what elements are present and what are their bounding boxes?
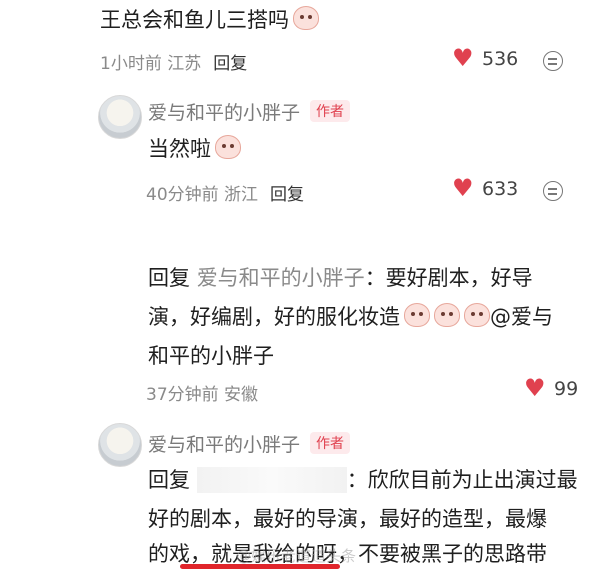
- reply-text-line: 好的剧本，最好的导演，最好的造型，最爆: [148, 503, 547, 535]
- emoji-icon: [215, 135, 241, 159]
- reply-text-content: 演，好编剧，好的服化妆造: [148, 305, 400, 329]
- reply-time-location: 40分钟前 浙江: [146, 185, 259, 205]
- reply-prefix: 回复: [148, 266, 190, 290]
- heart-icon: ♥: [452, 44, 474, 72]
- emoji-icon: [404, 303, 430, 327]
- author-badge: 作者: [310, 100, 351, 122]
- emoji-icon: [293, 6, 319, 30]
- like-button[interactable]: ♥ 99: [524, 374, 579, 402]
- reply-text-line: 演，好编剧，好的服化妆造 @爱与: [148, 301, 553, 333]
- comment-text: 王总会和鱼儿三搭吗: [100, 4, 319, 36]
- like-count: 633: [482, 178, 519, 200]
- reply-text-line: 和平的小胖子: [148, 340, 274, 372]
- heart-icon: ♥: [524, 374, 546, 402]
- reply-meta: 40分钟前 浙江 回复: [146, 180, 304, 205]
- avatar[interactable]: [98, 423, 142, 467]
- reply-button[interactable]: 回复: [270, 185, 304, 205]
- more-button[interactable]: [543, 181, 563, 205]
- reply-text-line: 回复 爱与和平的小胖子：要好剧本，好导: [148, 262, 533, 294]
- reply-author[interactable]: 爱与和平的小胖子 作者: [148, 98, 351, 125]
- reply-button[interactable]: 回复: [213, 54, 247, 74]
- more-options-icon: [543, 51, 563, 71]
- comment-meta: 1小时前 江苏 回复: [100, 49, 247, 74]
- like-button[interactable]: ♥ 536: [452, 44, 519, 72]
- author-badge: 作者: [310, 432, 351, 454]
- like-count: 536: [482, 48, 519, 70]
- reply-text-content: ：要好剧本，好导: [364, 266, 533, 290]
- comment-time-location: 1小时前 江苏: [100, 54, 202, 74]
- more-button[interactable]: [543, 51, 563, 75]
- like-button[interactable]: ♥ 633: [452, 174, 519, 202]
- mention-link[interactable]: @爱与: [490, 305, 553, 329]
- reply-text-content: ：欣欣目前为止出演过最: [346, 468, 578, 492]
- watermark: @娱乐老道道头条: [236, 547, 357, 565]
- reply-text-content: 当然啦: [148, 137, 211, 161]
- reply-meta: 37分钟前 安徽: [146, 380, 258, 405]
- author-name[interactable]: 爱与和平的小胖子: [148, 102, 300, 124]
- reply-prefix: 回复: [148, 468, 190, 492]
- redacted-mention: [196, 467, 347, 493]
- avatar[interactable]: [98, 95, 142, 139]
- reply-author[interactable]: 爱与和平的小胖子 作者: [148, 430, 351, 457]
- like-count: 99: [554, 378, 579, 400]
- comment-text-content: 王总会和鱼儿三搭吗: [100, 8, 289, 32]
- emoji-icon: [464, 303, 490, 327]
- reply-time-location: 37分钟前 安徽: [146, 385, 259, 405]
- mention-link-continued[interactable]: 和平的小胖子: [148, 344, 274, 368]
- heart-icon: ♥: [452, 174, 474, 202]
- reply-text: 当然啦: [148, 133, 241, 165]
- mention-link[interactable]: 爱与和平的小胖子: [197, 266, 365, 290]
- author-name[interactable]: 爱与和平的小胖子: [148, 434, 300, 456]
- reply-text-content: 好的剧本，最好的导演，最好的造型，最爆: [148, 507, 547, 531]
- emoji-icon: [434, 303, 460, 327]
- reply-text-line: 回复 ：欣欣目前为止出演过最: [148, 464, 578, 496]
- more-options-icon: [543, 181, 563, 201]
